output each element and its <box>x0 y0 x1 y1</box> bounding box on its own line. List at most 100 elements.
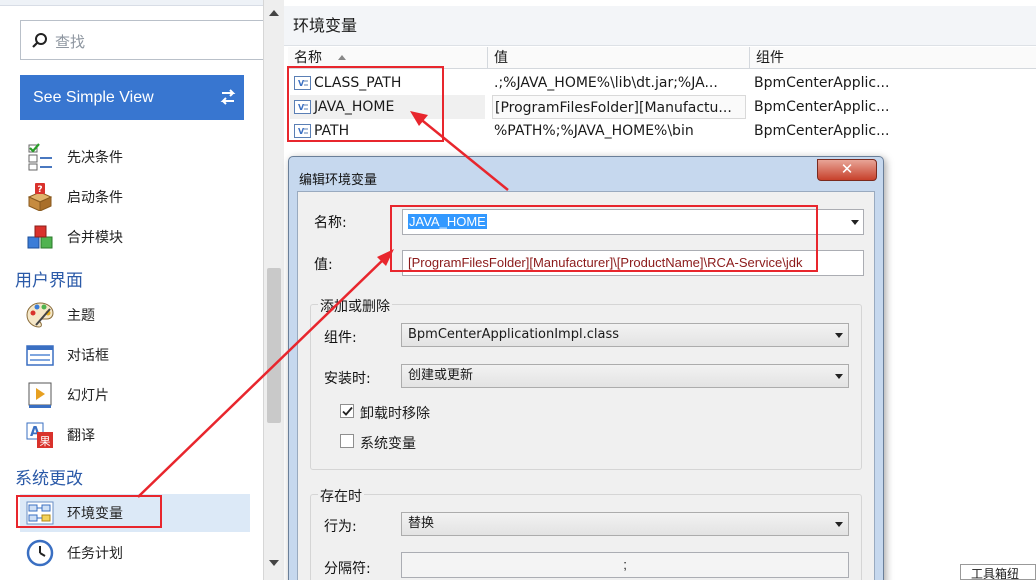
table-row[interactable]: V JAVA_HOME [ProgramFilesFolder][Manufac… <box>288 95 1036 119</box>
add-remove-group-title: 添加或删除 <box>318 296 392 316</box>
variable-name: JAVA_HOME <box>314 99 395 115</box>
search-input-placeholder[interactable]: 查找 <box>55 31 85 52</box>
variable-name: CLASS_PATH <box>314 75 402 91</box>
switch-view-icon <box>220 89 236 105</box>
svg-text:果: 果 <box>40 435 51 448</box>
sidebar-item-label: 合并模块 <box>67 230 123 246</box>
name-value: JAVA_HOME <box>408 214 487 229</box>
sidebar-item-slideshow[interactable]: 幻灯片 <box>20 376 250 414</box>
dialog-window-icon <box>26 345 54 366</box>
value-field[interactable]: [ProgramFilesFolder][Manufacturer]\[Prod… <box>402 250 864 276</box>
sidebar-top-strip <box>0 0 263 6</box>
sidebar-item-scheduled-tasks[interactable]: 任务计划 <box>20 534 250 572</box>
dialog-body: 名称: JAVA_HOME 值: [ProgramFilesFolder][Ma… <box>297 191 875 580</box>
sidebar-scrollbar[interactable] <box>264 0 284 580</box>
chevron-down-icon <box>835 333 843 338</box>
variable-value: %PATH%;%JAVA_HOME%\bin <box>494 123 694 139</box>
see-simple-view-label: See Simple View <box>33 89 154 106</box>
sort-ascending-icon <box>338 55 346 60</box>
variable-component: BpmCenterApplic... <box>754 75 890 91</box>
variable-icon: V <box>294 76 311 90</box>
separator-field[interactable]: ; <box>401 552 849 578</box>
variable-value: [ProgramFilesFolder][Manufactu... <box>492 95 746 119</box>
sidebar-item-prerequisites[interactable]: 先决条件 <box>20 138 250 176</box>
cell-name: V PATH <box>290 119 485 143</box>
variable-component: BpmCenterApplic... <box>754 123 890 139</box>
column-header-name[interactable]: 名称 <box>288 47 488 69</box>
clock-icon <box>26 539 54 567</box>
sidebar-item-merge-modules[interactable]: 合并模块 <box>20 218 250 256</box>
behavior-select-value: 替换 <box>408 516 435 531</box>
component-select-value: BpmCenterApplicationImpl.class <box>408 327 619 342</box>
grid-header: 名称 值 组件 <box>288 47 1036 69</box>
section-title-system-changes: 系统更改 <box>15 469 83 489</box>
variable-component: BpmCenterApplic... <box>754 99 890 115</box>
sidebar-item-label: 主题 <box>67 308 95 324</box>
sidebar-item-label: 先决条件 <box>67 150 123 166</box>
dialog-title: 编辑环境变量 <box>299 173 378 188</box>
search-icon <box>32 33 47 48</box>
sidebar-item-env-variables[interactable]: 环境变量 <box>20 494 250 532</box>
install-select-value: 创建或更新 <box>408 368 474 383</box>
sidebar-item-translate[interactable]: A 果 翻译 <box>20 416 250 454</box>
column-header-label: 名称 <box>294 50 322 66</box>
install-select[interactable]: 创建或更新 <box>401 364 849 388</box>
close-button[interactable]: ✕ <box>817 159 877 181</box>
checklist-icon <box>28 143 52 171</box>
scroll-down-arrow-icon[interactable] <box>269 560 279 566</box>
component-select[interactable]: BpmCenterApplicationImpl.class <box>401 323 849 347</box>
toolbox-tooltip: 工具箱纽 <box>960 564 1036 580</box>
variable-icon: V <box>294 100 311 114</box>
variable-value: .;%JAVA_HOME%\lib\dt.jar;%JA... <box>494 75 718 91</box>
sidebar-item-label: 对话框 <box>67 348 109 364</box>
palette-icon <box>26 302 54 328</box>
separator-label: 分隔符: <box>324 561 371 577</box>
sidebar-item-launch-conditions[interactable]: ? 启动条件 <box>20 178 250 216</box>
section-title-user-interface: 用户界面 <box>15 271 83 291</box>
translate-icon: A 果 <box>26 422 53 448</box>
chevron-down-icon[interactable] <box>851 220 859 225</box>
column-header-component[interactable]: 组件 <box>750 47 1036 69</box>
cell-name: V JAVA_HOME <box>290 95 485 119</box>
behavior-label: 行为: <box>324 519 357 535</box>
scroll-up-arrow-icon[interactable] <box>269 10 279 16</box>
close-icon: ✕ <box>840 160 854 178</box>
sidebar-item-label: 幻灯片 <box>67 388 109 404</box>
page-title: 环境变量 <box>284 6 1036 46</box>
column-header-value[interactable]: 值 <box>488 47 750 69</box>
search-box[interactable]: 查找 <box>20 20 263 60</box>
env-variables-icon <box>26 501 54 525</box>
svg-text:V: V <box>298 103 305 112</box>
svg-text:V: V <box>298 79 305 88</box>
chevron-down-icon <box>835 374 843 379</box>
if-exists-group-title: 存在时 <box>318 486 364 506</box>
component-label: 组件: <box>324 330 357 346</box>
sidebar-item-label: 启动条件 <box>67 190 123 206</box>
sidebar-item-themes[interactable]: 主题 <box>20 296 250 334</box>
table-row[interactable]: V PATH %PATH%;%JAVA_HOME%\bin BpmCenterA… <box>288 119 1036 143</box>
chevron-down-icon <box>835 522 843 527</box>
uninstall-remove-checkbox[interactable] <box>340 404 354 418</box>
edit-env-variable-dialog: 编辑环境变量 ✕ 名称: JAVA_HOME 值: [ProgramFilesF… <box>288 156 884 580</box>
variable-name: PATH <box>314 123 350 139</box>
column-header-label: 组件 <box>756 50 784 66</box>
scrollbar-thumb[interactable] <box>267 268 281 423</box>
sidebar-item-label: 任务计划 <box>67 546 123 562</box>
system-variable-checkbox[interactable] <box>340 434 354 448</box>
sidebar-item-dialogs[interactable]: 对话框 <box>20 336 250 374</box>
checkmark-icon <box>342 406 353 416</box>
name-combobox[interactable]: JAVA_HOME <box>402 209 864 235</box>
table-row[interactable]: V CLASS_PATH .;%JAVA_HOME%\lib\dt.jar;%J… <box>288 71 1036 95</box>
system-variable-label[interactable]: 系统变量 <box>360 433 416 453</box>
column-header-label: 值 <box>494 50 508 66</box>
cell-name: V CLASS_PATH <box>290 71 485 95</box>
uninstall-remove-label[interactable]: 卸载时移除 <box>360 403 430 423</box>
install-label: 安装时: <box>324 371 371 387</box>
name-label: 名称: <box>314 215 347 231</box>
sidebar-item-label: 翻译 <box>67 428 95 444</box>
see-simple-view-button[interactable]: See Simple View <box>20 75 244 120</box>
slideshow-icon <box>28 382 52 408</box>
value-text: [ProgramFilesFolder][Manufacturer]\[Prod… <box>408 255 803 270</box>
behavior-select[interactable]: 替换 <box>401 512 849 536</box>
svg-text:?: ? <box>37 185 42 195</box>
